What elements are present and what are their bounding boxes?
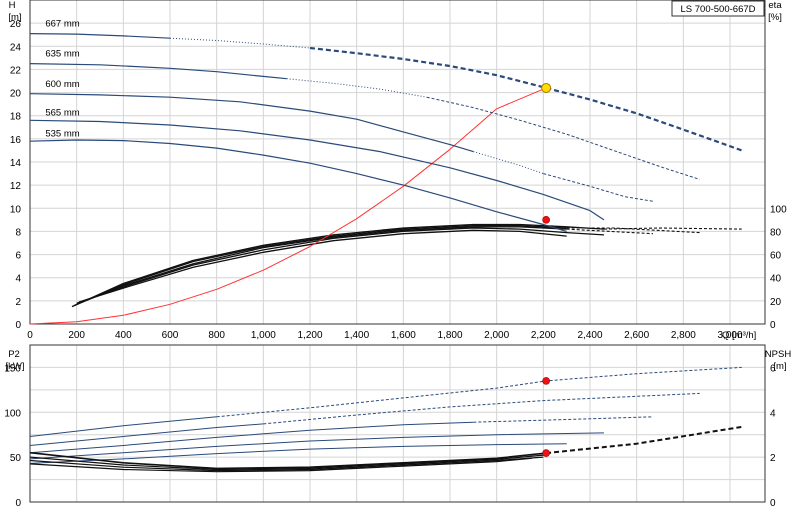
- y-tick-label: 16: [10, 135, 22, 146]
- head-curve: [29, 63, 287, 80]
- x-axis-title: Q [m³/h]: [722, 330, 756, 341]
- x-tick-label: 800: [208, 330, 225, 341]
- y-tick-label: 12: [10, 181, 22, 192]
- y-right-tick-label: 0: [770, 320, 776, 331]
- y-right-tick-label: 2: [770, 453, 776, 464]
- head-curve-dashed: [309, 46, 743, 152]
- y-right-tick-label: 80: [770, 227, 782, 238]
- x-tick-label: 2,000: [484, 330, 509, 341]
- power-curve-extension: [263, 392, 700, 425]
- impeller-diameter-label: 535 mm: [45, 129, 79, 140]
- y-axis-title-line1: P2: [8, 349, 20, 360]
- power-curve-extension: [216, 366, 742, 418]
- y-tick-label: 20: [10, 89, 22, 100]
- y-right-tick-label: 20: [770, 297, 782, 308]
- y-tick-label: 100: [4, 408, 21, 419]
- y-tick-label: 22: [10, 65, 22, 76]
- x-tick-label: 2,600: [624, 330, 649, 341]
- x-tick-label: 200: [68, 330, 85, 341]
- head-curve: [29, 93, 474, 153]
- impeller-diameter-label: 565 mm: [45, 108, 79, 119]
- x-tick-label: 1,400: [344, 330, 369, 341]
- y-right-tick-label: 40: [770, 274, 782, 285]
- duty-point-marker: [541, 82, 552, 93]
- y-right-tick-label: 4: [770, 408, 776, 419]
- x-tick-label: 2,800: [671, 330, 696, 341]
- x-tick-label: 1,600: [391, 330, 416, 341]
- impeller-diameter-label: 667 mm: [45, 19, 79, 30]
- y-tick-label: 50: [10, 453, 22, 464]
- x-tick-label: 400: [115, 330, 132, 341]
- system-curve: [29, 87, 547, 325]
- y-right-tick-label: 100: [770, 204, 787, 215]
- efficiency-point-marker: [542, 216, 550, 224]
- x-tick-label: 600: [162, 330, 179, 341]
- y-tick-label: 2: [15, 297, 21, 308]
- x-tick-label: 1,000: [251, 330, 276, 341]
- efficiency-curve: [78, 229, 567, 303]
- pump-performance-chart: 0 200 400 600 800 1,000 1,200 1,400 1,600 1,800 2,…: [0, 0, 800, 520]
- y-right-tick-label: 0: [770, 498, 776, 509]
- y-right-axis-title-line2: [%]: [768, 12, 782, 23]
- y-right-tick-label: 60: [770, 251, 782, 262]
- y-tick-label: 24: [10, 42, 22, 53]
- impeller-diameter-label: 600 mm: [45, 79, 79, 90]
- x-tick-label: 2,400: [577, 330, 602, 341]
- impeller-diameter-label: 635 mm: [45, 49, 79, 60]
- x-tick-label: 0: [27, 330, 33, 341]
- y-tick-label: 8: [15, 227, 21, 238]
- y-tick-label: 4: [15, 274, 21, 285]
- head-curve: [29, 139, 567, 232]
- x-tick-label: 1,800: [437, 330, 462, 341]
- power-curve-extension: [473, 416, 654, 423]
- y-tick-label: 0: [15, 320, 21, 331]
- efficiency-curve: [74, 224, 567, 307]
- power-point-marker: [542, 377, 550, 385]
- head-curve-dashed: [426, 96, 700, 180]
- pump-curves-svg: 0 200 400 600 800 1,000 1,200 1,400 1,600 1,800 2,…: [4, 0, 792, 509]
- y-right-axis-title-line1: NPSH: [765, 349, 792, 360]
- y-axis-title-line2: [kW]: [6, 361, 25, 372]
- y-tick-label: 18: [10, 112, 22, 123]
- x-tick-label: 1,200: [297, 330, 322, 341]
- chart-title: LS 700-500-667D: [681, 4, 756, 15]
- npsh-curve-extension: [545, 425, 742, 455]
- head-curve: [29, 33, 171, 39]
- y-right-axis-title-line2: [m]: [773, 361, 786, 372]
- y-axis-title-line2: [m]: [8, 12, 21, 23]
- efficiency-curve: [76, 227, 605, 304]
- efficiency-curve: [76, 226, 567, 305]
- y-tick-label: 0: [15, 498, 21, 509]
- x-tick-label: 2,200: [531, 330, 556, 341]
- y-tick-label: 14: [10, 158, 22, 169]
- lower-plot-frame: [29, 344, 766, 503]
- npsh-point-marker: [542, 449, 550, 457]
- y-right-axis-title-line1: eta: [768, 0, 782, 11]
- y-axis-title-line1: H: [9, 0, 16, 11]
- head-curve: [29, 119, 605, 221]
- y-tick-label: 10: [10, 204, 22, 215]
- y-tick-label: 6: [15, 251, 21, 262]
- head-curve-dotted: [473, 151, 544, 175]
